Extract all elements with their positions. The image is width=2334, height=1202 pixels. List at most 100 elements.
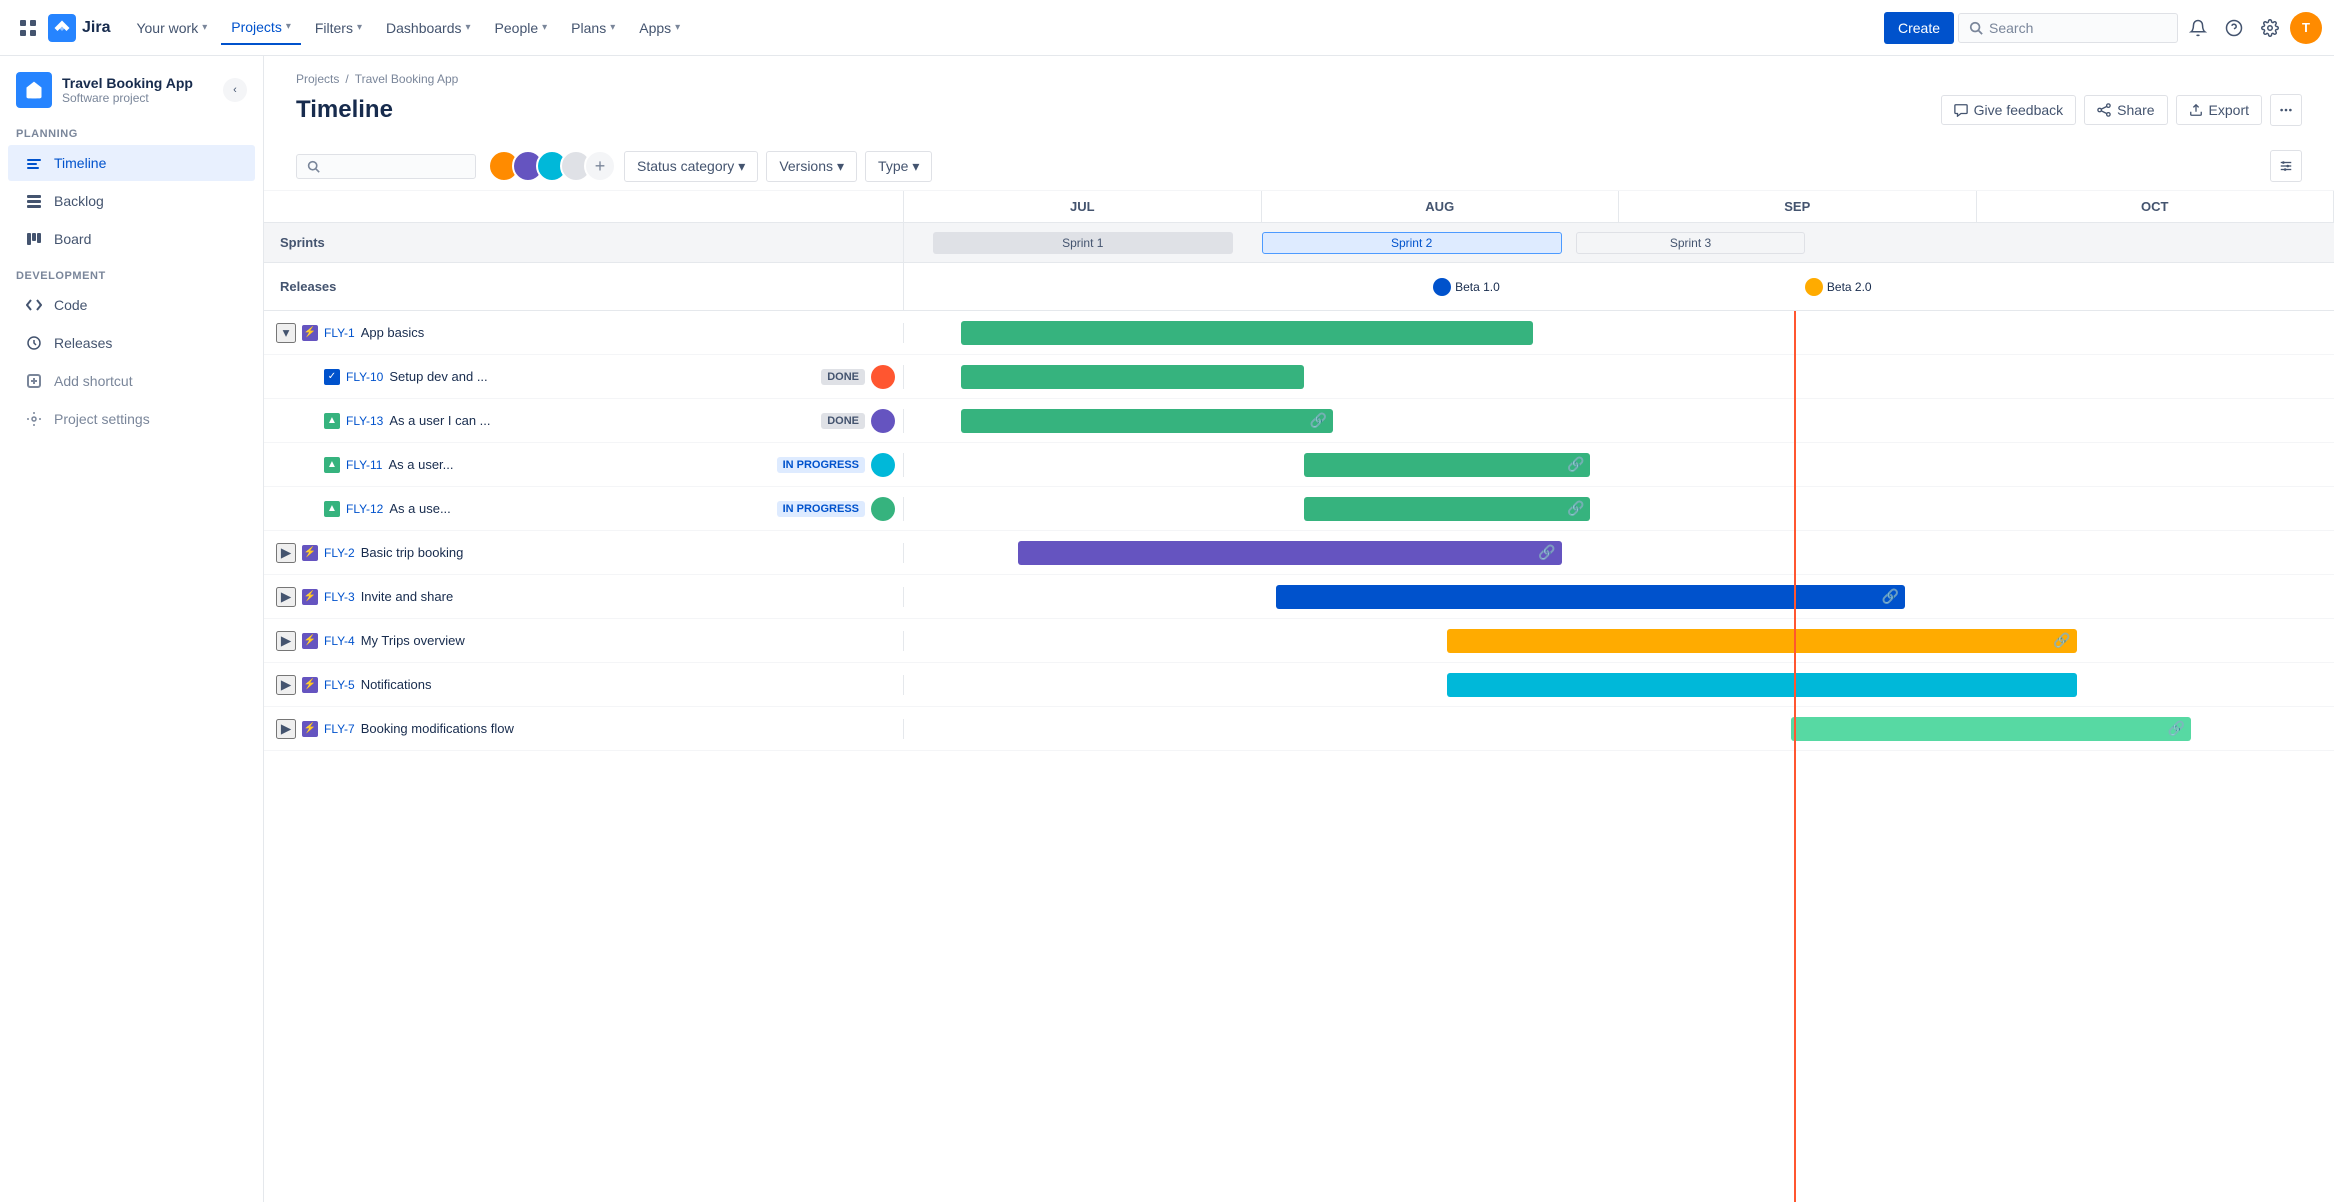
fly2-name: Basic trip booking — [361, 545, 895, 560]
fly7-key[interactable]: FLY-7 — [324, 722, 355, 736]
settings-button[interactable] — [2254, 12, 2286, 44]
fly10-type-icon: ✓ — [324, 369, 340, 385]
settings-icon — [24, 409, 44, 429]
sidebar-item-code[interactable]: Code — [8, 287, 255, 323]
fly10-gantt-bar[interactable] — [961, 365, 1304, 389]
fly3-key[interactable]: FLY-3 — [324, 590, 355, 604]
fly7-gantt-bar[interactable]: 🔗 — [1791, 717, 2191, 741]
fly3-bar-area: 🔗 — [904, 575, 2334, 619]
nav-dashboards[interactable]: Dashboards ▾ — [376, 12, 481, 44]
fly3-gantt-bar[interactable]: 🔗 — [1276, 585, 1905, 609]
fly12-key[interactable]: FLY-12 — [346, 502, 383, 516]
add-shortcut-icon — [24, 371, 44, 391]
fly4-expand-button[interactable]: ▶ — [276, 631, 296, 651]
chevron-down-icon: ▾ — [286, 21, 291, 32]
fly12-status: IN PROGRESS — [777, 501, 865, 517]
fly2-key[interactable]: FLY-2 — [324, 546, 355, 560]
fly5-type-icon: ⚡ — [302, 677, 318, 693]
fly7-expand-button[interactable]: ▶ — [276, 719, 296, 739]
type-filter[interactable]: Type ▾ — [865, 151, 932, 182]
fly10-bar-area — [904, 355, 2334, 399]
export-button[interactable]: Export — [2176, 95, 2262, 125]
nav-filters[interactable]: Filters ▾ — [305, 12, 372, 44]
fly2-link-icon: 🔗 — [1538, 544, 1555, 561]
issue-row-fly11: ▲ FLY-11 As a user... IN PROGRESS 🔗 — [264, 443, 2334, 487]
fly4-bar-area: 🔗 — [904, 619, 2334, 663]
fly1-expand-button[interactable]: ▾ — [276, 323, 296, 343]
fly11-key[interactable]: FLY-11 — [346, 458, 382, 472]
give-feedback-button[interactable]: Give feedback — [1941, 95, 2077, 125]
user-avatar[interactable]: T — [2290, 12, 2322, 44]
beta2-release[interactable]: Beta 2.0 — [1805, 278, 1872, 296]
notifications-button[interactable] — [2182, 12, 2214, 44]
issue-row-fly5: ▶ ⚡ FLY-5 Notifications — [264, 663, 2334, 707]
fly5-expand-button[interactable]: ▶ — [276, 675, 296, 695]
beta1-release[interactable]: Beta 1.0 — [1433, 278, 1500, 296]
grid-icon[interactable] — [12, 12, 44, 44]
issue-row-fly1: ▾ ⚡ FLY-1 App basics — [264, 311, 2334, 355]
chevron-down-icon: ▾ — [466, 22, 471, 33]
issue-left-fly1: ▾ ⚡ FLY-1 App basics — [264, 323, 904, 343]
share-button[interactable]: Share — [2084, 95, 2167, 125]
search-icon — [1969, 21, 1983, 35]
fly13-type-icon: ▲ — [324, 413, 340, 429]
status-category-filter[interactable]: Status category ▾ — [624, 151, 758, 182]
sprint2-chip: Sprint 2 — [1262, 232, 1562, 254]
jira-logo[interactable]: Jira — [48, 14, 110, 42]
fly13-key[interactable]: FLY-13 — [346, 414, 383, 428]
fly5-key[interactable]: FLY-5 — [324, 678, 355, 692]
fly5-gantt-bar[interactable] — [1447, 673, 2076, 697]
sidebar-collapse-button[interactable]: ‹ — [223, 78, 247, 102]
fly5-name: Notifications — [361, 677, 895, 692]
fly7-bar-area: 🔗 — [904, 707, 2334, 751]
versions-filter[interactable]: Versions ▾ — [766, 151, 857, 182]
more-options-button[interactable] — [2270, 94, 2302, 126]
fly2-gantt-bar[interactable]: 🔗 — [1018, 541, 1561, 565]
help-button[interactable] — [2218, 12, 2250, 44]
create-button[interactable]: Create — [1884, 12, 1954, 44]
nav-apps[interactable]: Apps ▾ — [629, 12, 690, 44]
sidebar-project-info: Travel Booking App Software project — [62, 75, 213, 105]
toolbar-search[interactable] — [296, 154, 476, 179]
fly4-key[interactable]: FLY-4 — [324, 634, 355, 648]
toolbar: + Status category ▾ Versions ▾ Type ▾ — [264, 142, 2334, 191]
issue-left-fly7: ▶ ⚡ FLY-7 Booking modifications flow — [264, 719, 904, 739]
add-shortcut-button[interactable]: Add shortcut — [8, 363, 255, 399]
fly2-expand-button[interactable]: ▶ — [276, 543, 296, 563]
fly1-key[interactable]: FLY-1 — [324, 326, 355, 340]
nav-projects[interactable]: Projects ▾ — [221, 11, 301, 45]
fly12-gantt-bar[interactable]: 🔗 — [1304, 497, 1590, 521]
sidebar-item-releases[interactable]: Releases — [8, 325, 255, 361]
issue-row-fly7: ▶ ⚡ FLY-7 Booking modifications flow 🔗 — [264, 707, 2334, 751]
sidebar-item-backlog[interactable]: Backlog — [8, 183, 255, 219]
breadcrumb-project[interactable]: Travel Booking App — [355, 72, 459, 86]
project-settings-button[interactable]: Project settings — [8, 401, 255, 437]
fly11-gantt-bar[interactable]: 🔗 — [1304, 453, 1590, 477]
fly13-gantt-bar[interactable]: 🔗 — [961, 409, 1333, 433]
sidebar-item-board[interactable]: Board — [8, 221, 255, 257]
issue-row-fly10: ✓ FLY-10 Setup dev and ... DONE — [264, 355, 2334, 399]
breadcrumb: Projects / Travel Booking App — [264, 56, 2334, 90]
sidebar-item-timeline[interactable]: Timeline — [8, 145, 255, 181]
releases-bar: Beta 1.0 Beta 2.0 — [904, 263, 2334, 310]
releases-icon — [24, 333, 44, 353]
nav-plans[interactable]: Plans ▾ — [561, 12, 625, 44]
view-settings-button[interactable] — [2270, 150, 2302, 182]
add-avatar-button[interactable]: + — [584, 150, 616, 182]
month-oct: OCT — [1977, 191, 2334, 222]
fly4-gantt-bar[interactable]: 🔗 — [1447, 629, 2076, 653]
fly3-expand-button[interactable]: ▶ — [276, 587, 296, 607]
page-header: Timeline Give feedback Share — [264, 90, 2334, 142]
search-box[interactable]: Search — [1958, 13, 2178, 43]
fly2-type-icon: ⚡ — [302, 545, 318, 561]
fly1-gantt-bar[interactable] — [961, 321, 1533, 345]
month-jul: JUL — [904, 191, 1262, 222]
logo-mark — [48, 14, 76, 42]
nav-people[interactable]: People ▾ — [485, 12, 558, 44]
nav-your-work[interactable]: Your work ▾ — [126, 12, 217, 44]
breadcrumb-projects[interactable]: Projects — [296, 72, 339, 86]
main-content: Projects / Travel Booking App Timeline G… — [264, 56, 2334, 1202]
fly10-key[interactable]: FLY-10 — [346, 370, 383, 384]
fly11-type-icon: ▲ — [324, 457, 340, 473]
chevron-down-icon: ▾ — [738, 158, 745, 175]
